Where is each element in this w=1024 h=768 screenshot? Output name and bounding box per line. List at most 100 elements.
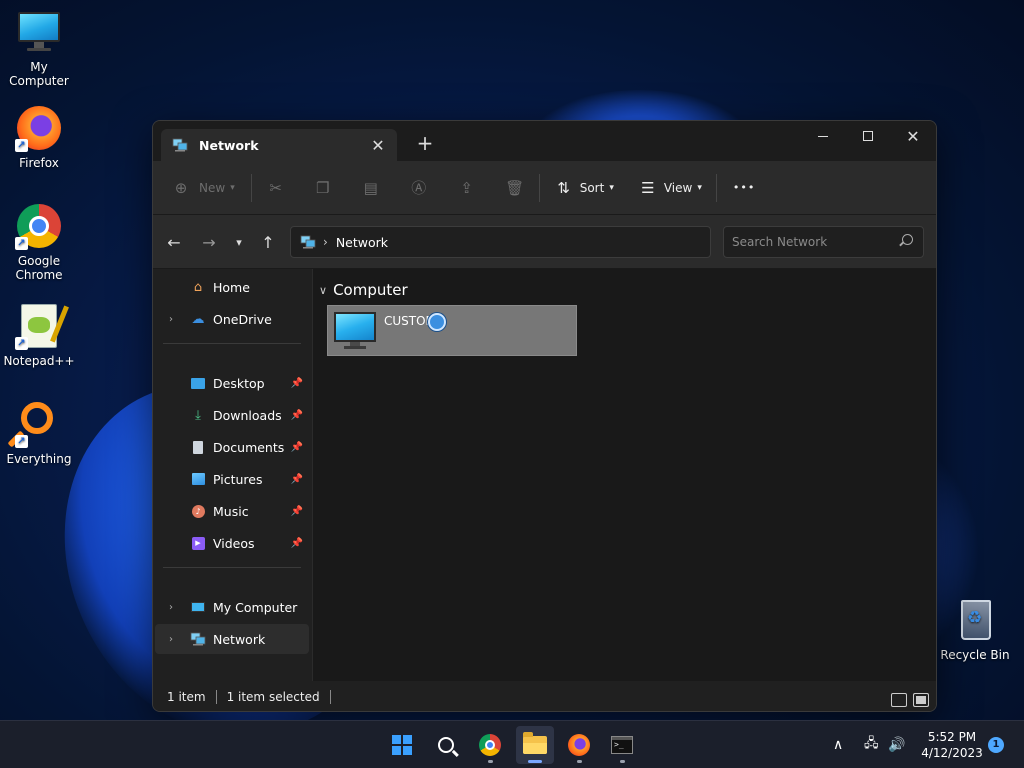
search-icon	[438, 737, 454, 753]
search-box[interactable]	[723, 226, 924, 258]
sidebar-item-onedrive[interactable]: › ☁ OneDrive	[155, 304, 309, 334]
desktop-icon-firefox[interactable]: ↗ Firefox	[1, 104, 77, 170]
sidebar-item-downloads[interactable]: ⤓ Downloads 📌	[155, 400, 309, 430]
more-options-button[interactable]: •••	[733, 172, 755, 204]
tab-network[interactable]: Network ✕	[161, 129, 397, 161]
pin-icon[interactable]: 📌	[291, 378, 303, 389]
everything-icon: ↗	[15, 400, 63, 448]
up-button[interactable]: ↑	[257, 233, 279, 253]
sidebar-item-documents[interactable]: Documents 📌	[155, 432, 309, 462]
back-button[interactable]: ←	[163, 233, 185, 253]
sidebar-item-home[interactable]: ⌂ Home	[155, 272, 309, 302]
breadcrumb-network[interactable]: Network	[336, 235, 388, 250]
start-button[interactable]	[383, 726, 421, 764]
running-indicator	[577, 760, 582, 763]
share-button[interactable]: ⇪	[457, 172, 477, 204]
windows-logo-icon	[392, 735, 412, 755]
taskbar-file-explorer[interactable]	[516, 726, 554, 764]
sidebar-item-desktop[interactable]: Desktop 📌	[155, 368, 309, 398]
minimize-icon	[818, 135, 828, 137]
pin-icon[interactable]: 📌	[291, 410, 303, 421]
pin-icon[interactable]: 📌	[291, 538, 303, 549]
minimize-button[interactable]	[800, 121, 846, 151]
show-hidden-icons-button[interactable]: ∧	[833, 721, 843, 768]
tiles-view-icon[interactable]	[913, 693, 929, 707]
sidebar-divider	[163, 343, 301, 344]
clock-time: 5:52 PM	[927, 730, 977, 744]
paste-button[interactable]: ▤	[361, 172, 381, 204]
network-computer-item[interactable]: CUSTOM	[327, 305, 577, 356]
search-input[interactable]	[732, 233, 892, 251]
rename-icon: Ⓐ	[411, 179, 427, 197]
sidebar-item-label: My Computer	[213, 599, 298, 615]
notification-badge[interactable]: 1	[988, 737, 1004, 753]
pin-icon[interactable]: 📌	[291, 474, 303, 485]
desktop-icon-notepadpp[interactable]: ↗ Notepad++	[1, 302, 77, 368]
item-count: 1 item	[167, 690, 206, 704]
sidebar-item-pictures[interactable]: Pictures 📌	[155, 464, 309, 494]
forward-button[interactable]: →	[198, 233, 220, 253]
sort-button[interactable]: ⇅ Sort ▾	[554, 172, 614, 204]
desktop-icon-my-computer[interactable]: My Computer	[1, 8, 77, 88]
cut-icon: ✂	[269, 178, 282, 197]
clock[interactable]: 5:52 PM 4/12/2023	[914, 729, 990, 761]
command-bar: ⊕ New ▾ ✂ ❐ ▤ Ⓐ ⇪ 🗑 ⇅ Sort ▾ ☰ View ▾ ••…	[153, 161, 936, 215]
onedrive-icon: ☁	[191, 311, 205, 327]
desktop-icon-recycle-bin[interactable]: Recycle Bin	[937, 596, 1013, 662]
address-bar[interactable]: › Network ▾ ↻	[290, 226, 836, 258]
close-icon: ✕	[906, 126, 920, 146]
sidebar-item-videos[interactable]: ▶ Videos 📌	[155, 528, 309, 558]
chevron-down-icon: ▾	[609, 182, 614, 193]
toolbar-divider	[538, 173, 540, 202]
cut-button[interactable]: ✂	[266, 172, 286, 204]
pin-icon[interactable]: 📌	[291, 442, 303, 453]
sidebar-item-label: OneDrive	[213, 311, 272, 327]
taskbar-terminal[interactable]	[603, 726, 641, 764]
taskbar-search-button[interactable]	[427, 726, 465, 764]
new-button[interactable]: ⊕ New ▾	[171, 172, 235, 204]
rename-button[interactable]: Ⓐ	[409, 172, 429, 204]
selection-count: 1 item selected	[226, 690, 320, 704]
file-list[interactable]: ∨ Computer CUSTOM	[313, 269, 936, 681]
chevron-right-icon[interactable]: ›	[161, 634, 181, 645]
delete-button[interactable]: 🗑	[505, 172, 525, 204]
sidebar-item-label: Desktop	[213, 375, 265, 391]
network-icon	[189, 631, 207, 647]
network-icon	[299, 234, 317, 250]
new-tab-button[interactable]: +	[415, 133, 435, 153]
view-button[interactable]: ☰ View ▾	[638, 172, 702, 204]
music-icon: ♪	[189, 503, 207, 519]
volume-button[interactable]: 🔊	[888, 721, 905, 768]
taskbar-chrome[interactable]	[471, 726, 509, 764]
desktop-icon-everything[interactable]: ↗ Everything	[1, 400, 77, 466]
toolbar-divider	[250, 173, 252, 202]
close-tab-icon[interactable]: ✕	[369, 136, 387, 155]
taskbar-firefox[interactable]	[560, 726, 598, 764]
maximize-button[interactable]	[845, 121, 891, 151]
desktop-icon-chrome[interactable]: ↗ Google Chrome	[1, 202, 77, 282]
sidebar-item-label: Downloads	[213, 407, 282, 423]
chrome-icon	[479, 734, 501, 756]
speaker-icon: 🔊	[888, 737, 906, 753]
network-status-button[interactable]: 🖧	[864, 721, 879, 768]
shortcut-arrow-icon: ↗	[15, 435, 28, 448]
recycle-bin-icon	[951, 596, 999, 644]
title-bar[interactable]: Network ✕ + ✕	[153, 121, 936, 161]
navigation-pane: ⌂ Home › ☁ OneDrive Desktop 📌 ⤓ Download…	[153, 269, 313, 681]
close-window-button[interactable]: ✕	[890, 121, 936, 151]
pin-icon[interactable]: 📌	[291, 506, 303, 517]
terminal-icon	[611, 736, 633, 754]
chevron-down-icon: ▾	[236, 236, 242, 249]
chevron-right-icon[interactable]: ›	[161, 314, 181, 325]
share-icon: ⇪	[460, 178, 473, 197]
copy-button[interactable]: ❐	[313, 172, 333, 204]
sidebar-item-label: Home	[213, 279, 250, 295]
group-header-computer[interactable]: ∨ Computer	[319, 281, 408, 299]
recent-locations-button[interactable]: ▾	[228, 233, 250, 253]
computer-icon	[189, 599, 207, 615]
sidebar-item-my-computer[interactable]: › My Computer	[155, 592, 309, 622]
sidebar-item-network[interactable]: › Network	[155, 624, 309, 654]
details-view-icon[interactable]	[891, 693, 907, 707]
chevron-right-icon[interactable]: ›	[161, 602, 181, 613]
sidebar-item-music[interactable]: ♪ Music 📌	[155, 496, 309, 526]
